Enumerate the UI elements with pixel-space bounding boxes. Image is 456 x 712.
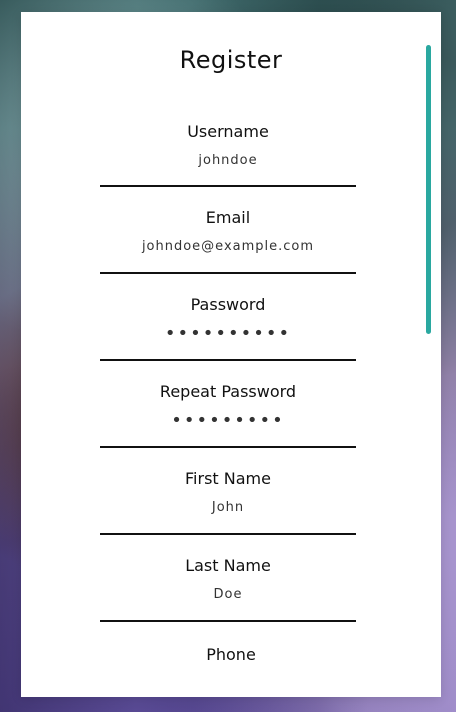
email-underline: [100, 272, 356, 274]
first-name-field: First Name John: [100, 469, 356, 515]
username-field: Username johndoe: [100, 122, 356, 168]
username-label: Username: [187, 122, 269, 141]
repeat-password-input[interactable]: •••••••••: [100, 412, 356, 430]
password-field: Password ••••••••••: [100, 297, 356, 345]
first-name-label: First Name: [185, 469, 271, 488]
email-field: Email johndoe@example.com: [100, 208, 356, 254]
first-name-input[interactable]: John: [100, 501, 356, 514]
page-title: Register: [179, 46, 283, 74]
password-label: Password: [190, 295, 266, 314]
repeat-password-underline: [100, 446, 356, 448]
repeat-password-label: Repeat Password: [159, 382, 297, 401]
username-underline: [100, 185, 356, 187]
last-name-label: Last Name: [185, 556, 271, 575]
registration-card: Register Username johndoe Email johndoe@…: [21, 12, 441, 697]
email-label: Email: [205, 208, 251, 227]
last-name-field: Last Name Doe: [100, 556, 356, 602]
password-input[interactable]: ••••••••••: [100, 325, 356, 343]
email-input[interactable]: johndoe@example.com: [100, 240, 356, 253]
first-name-underline: [100, 533, 356, 535]
password-underline: [100, 359, 356, 361]
scrollbar[interactable]: [426, 45, 431, 334]
repeat-password-field: Repeat Password •••••••••: [100, 384, 356, 432]
last-name-underline: [100, 620, 356, 622]
username-input[interactable]: johndoe: [100, 154, 356, 167]
last-name-input[interactable]: Doe: [100, 588, 356, 601]
phone-label: Phone: [206, 645, 256, 664]
